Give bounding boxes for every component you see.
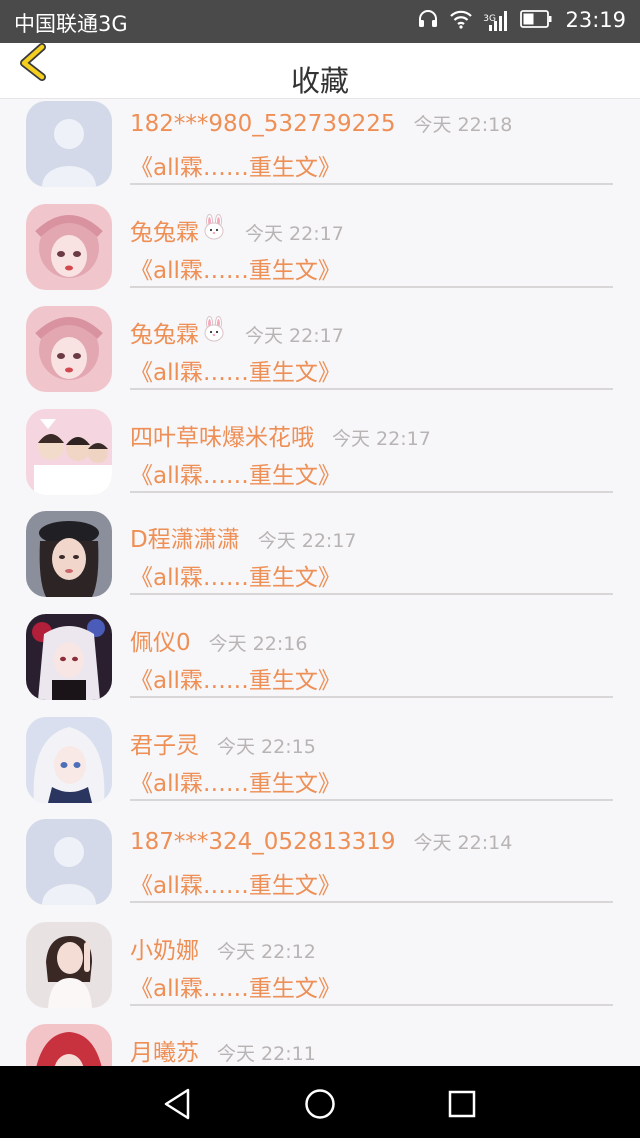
username[interactable]: 佩仪0: [130, 623, 191, 657]
page-title: 收藏: [290, 64, 349, 98]
network-type-label: 3G: [483, 14, 496, 24]
avatar[interactable]: [26, 306, 112, 393]
favorites-list[interactable]: 182***980_532739225 今天 22:18 《all霖……重生文》 兔兔…: [0, 98, 640, 1066]
avatar[interactable]: [26, 614, 112, 700]
timestamp: 今天 22:14: [413, 832, 513, 855]
battery-icon: [520, 10, 552, 32]
timestamp: 今天 22:12: [217, 940, 316, 963]
timestamp: 今天 22:11: [217, 1043, 316, 1066]
username[interactable]: 187***324_052813319: [130, 829, 396, 855]
avatar[interactable]: [26, 511, 112, 598]
system-nav-bar: [0, 1066, 640, 1138]
username-line: 187***324_052813319 今天 22:14: [130, 828, 512, 855]
divider: [130, 388, 613, 391]
avatar[interactable]: [26, 921, 112, 1008]
divider: [130, 490, 613, 493]
nav-home-button[interactable]: [300, 1084, 340, 1124]
divider: [130, 285, 613, 288]
avatar-image: [26, 101, 112, 187]
timestamp: 今天 22:15: [217, 735, 316, 758]
rabbit-emoji-icon: [204, 316, 224, 342]
username-line: 小奶娜 今天 22:12: [130, 931, 316, 965]
headset-icon: [417, 8, 439, 34]
username[interactable]: 月曦苏: [130, 1033, 199, 1066]
username-line: 月曦苏 今天 22:11: [130, 1033, 316, 1066]
carrier-label: 中国联通3G: [14, 12, 128, 36]
divider: [130, 593, 613, 596]
username[interactable]: 四叶草味爆米花哦: [130, 418, 314, 452]
favorited-title[interactable]: 《all霖……重生文》: [130, 866, 341, 900]
avatar[interactable]: [26, 101, 112, 187]
avatar-image: [26, 921, 112, 1008]
timestamp: 今天 22:17: [245, 325, 344, 348]
favorited-title[interactable]: 《all霖……重生文》: [130, 558, 341, 592]
avatar-image: [26, 511, 112, 598]
username-line: 兔兔霖 今天 22:17: [130, 213, 344, 247]
avatar[interactable]: [26, 408, 112, 495]
timestamp: 今天 22:16: [208, 633, 308, 655]
username-line: 182***980_532739225 今天 22:18: [130, 110, 512, 137]
wifi-icon: [449, 9, 473, 33]
favorited-title[interactable]: 《all霖……重生文》: [130, 148, 341, 182]
timestamp: 今天 22:18: [413, 114, 513, 136]
username[interactable]: 兔兔霖: [130, 315, 199, 349]
avatar-image: [26, 1024, 112, 1066]
list-item[interactable]: 小奶娜 今天 22:12 《all霖……重生文》: [0, 919, 640, 1022]
username-line: D程潇潇潇 今天 22:17: [130, 520, 357, 554]
clock: 23:19: [565, 8, 626, 32]
username-line: 佩仪0 今天 22:16: [130, 623, 307, 657]
favorited-title[interactable]: 《all霖……重生文》: [130, 969, 341, 1003]
avatar-image: [26, 716, 112, 803]
list-item[interactable]: 兔兔霖 今天 22:17 《all霖……重生文》: [0, 201, 640, 304]
nav-back-button[interactable]: [158, 1084, 198, 1124]
list-item[interactable]: 兔兔霖 今天 22:17 《all霖……重生文》: [0, 303, 640, 406]
app-header: 收藏: [0, 43, 640, 99]
home-circle-icon: [305, 1089, 335, 1119]
avatar[interactable]: [26, 1024, 112, 1066]
username-line: 君子灵 今天 22:15: [130, 726, 316, 760]
avatar-image: [26, 306, 112, 393]
favorited-title[interactable]: 《all霖……重生文》: [130, 661, 341, 695]
username[interactable]: 小奶娜: [130, 931, 199, 965]
divider: [130, 798, 613, 801]
username-line: 四叶草味爆米花哦 今天 22:17: [130, 418, 431, 452]
divider: [130, 696, 613, 698]
list-item[interactable]: 佩仪0 今天 22:16 《all霖……重生文》: [0, 611, 640, 714]
list-item[interactable]: D程潇潇潇 今天 22:17 《all霖……重生文》: [0, 508, 640, 611]
nav-recents-button[interactable]: [442, 1084, 482, 1124]
list-item[interactable]: 四叶草味爆米花哦 今天 22:17 《all霖……重生文》: [0, 406, 640, 509]
avatar[interactable]: [26, 203, 112, 290]
list-item[interactable]: 182***980_532739225 今天 22:18 《all霖……重生文》: [0, 98, 640, 201]
username-line: 兔兔霖 今天 22:17: [130, 315, 344, 349]
timestamp: 今天 22:17: [257, 530, 357, 553]
favorited-title[interactable]: 《all霖……重生文》: [130, 764, 341, 798]
list-item[interactable]: 君子灵 今天 22:15 《all霖……重生文》: [0, 714, 640, 817]
favorited-title[interactable]: 《all霖……重生文》: [130, 251, 341, 285]
list-item[interactable]: 187***324_052813319 今天 22:14 《all霖……重生文》: [0, 816, 640, 919]
username[interactable]: 君子灵: [130, 726, 199, 760]
avatar[interactable]: [26, 819, 112, 906]
avatar-image: [26, 203, 112, 290]
rabbit-emoji-icon: [204, 213, 224, 240]
divider: [130, 901, 613, 904]
status-icons: 3G: [417, 9, 552, 33]
timestamp: 今天 22:17: [332, 427, 431, 450]
list-item[interactable]: 月曦苏 今天 22:11: [0, 1021, 640, 1066]
status-bar: 中国联通3G 3G 23:19: [0, 0, 640, 43]
divider: [130, 1003, 613, 1006]
favorited-title[interactable]: 《all霖……重生文》: [130, 456, 341, 490]
username[interactable]: D程潇潇潇: [130, 520, 240, 554]
avatar-image: [26, 614, 112, 700]
username[interactable]: 182***980_532739225: [130, 111, 396, 137]
favorited-title[interactable]: 《all霖……重生文》: [130, 353, 341, 387]
avatar-image: [26, 819, 112, 906]
avatar-image: [26, 408, 112, 495]
username[interactable]: 兔兔霖: [130, 213, 199, 247]
back-triangle-icon: [164, 1088, 190, 1120]
recents-square-icon: [448, 1090, 476, 1118]
timestamp: 今天 22:17: [245, 222, 344, 245]
divider: [130, 183, 613, 185]
signal-icon: 3G: [483, 11, 510, 31]
avatar[interactable]: [26, 716, 112, 803]
